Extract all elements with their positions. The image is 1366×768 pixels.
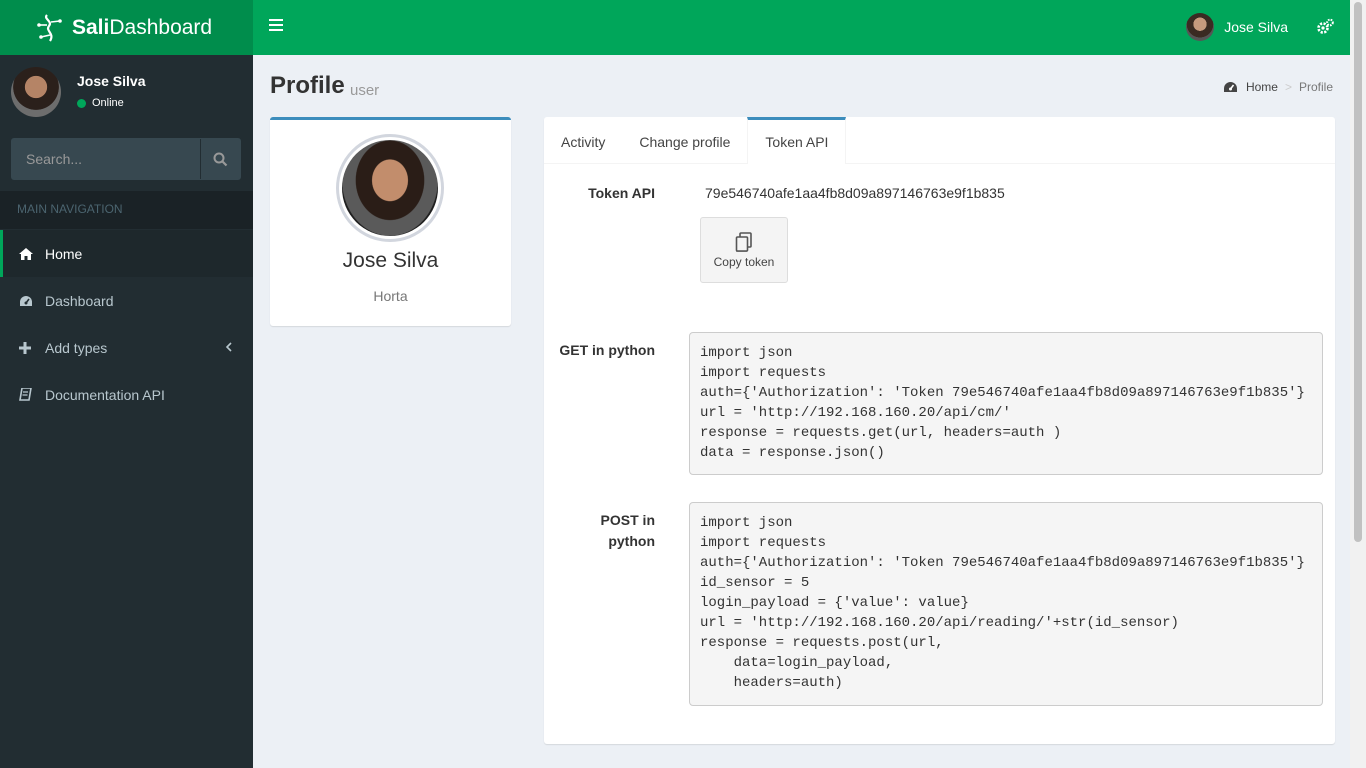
avatar — [1186, 13, 1215, 41]
sidebar-menu: Home Dashboard Add types Documentation A… — [0, 230, 253, 418]
tab-bar: Activity Change profile Token API — [544, 117, 1335, 164]
breadcrumb-separator: > — [1284, 80, 1292, 94]
plus-icon — [19, 341, 35, 354]
tab-activity[interactable]: Activity — [544, 117, 622, 164]
page-subtitle: user — [350, 82, 380, 99]
post-label-line1: POST in — [600, 512, 655, 528]
dashboard-icon — [1223, 82, 1237, 92]
sidebar-user-panel: Jose Silva Online — [11, 67, 241, 119]
user-menu[interactable]: Jose Silva — [1186, 13, 1288, 41]
brand-text: SaliDashboard — [72, 15, 213, 39]
dashboard-icon — [19, 295, 35, 307]
chevron-left-icon — [225, 340, 233, 356]
tab-token-api[interactable]: Token API — [747, 117, 847, 164]
sidebar-item-add-types[interactable]: Add types — [0, 324, 253, 371]
page-scrollbar[interactable] — [1350, 0, 1366, 768]
user-menu-name: Jose Silva — [1224, 19, 1288, 35]
sidebar-item-dashboard[interactable]: Dashboard — [0, 277, 253, 324]
sidebar-item-label: Dashboard — [45, 292, 114, 309]
status-badge: Online — [77, 97, 124, 109]
profile-name: Jose Silva — [342, 249, 439, 272]
post-example-label: POST in python — [555, 510, 655, 552]
breadcrumb-home-label: Home — [1245, 80, 1278, 94]
sidebar-user-name: Jose Silva — [77, 73, 146, 89]
status-label: Online — [92, 97, 124, 109]
sidebar-item-home[interactable]: Home — [0, 230, 253, 277]
breadcrumb: Home > Profile — [1223, 80, 1333, 94]
book-icon — [19, 388, 35, 401]
post-label-line2: python — [608, 533, 655, 549]
avatar — [11, 67, 61, 117]
search-icon[interactable] — [200, 139, 240, 179]
sidebar-item-documentation-api[interactable]: Documentation API — [0, 371, 253, 418]
profile-avatar — [336, 134, 444, 242]
profile-tabs-panel: Activity Change profile Token API Token … — [544, 117, 1335, 744]
sidebar: Jose Silva Online MAIN NAVIGATION Home D… — [0, 55, 253, 768]
profile-photo — [342, 140, 438, 236]
sidebar-item-label: Documentation API — [45, 386, 165, 403]
get-example-label: GET in python — [559, 342, 655, 358]
token-label: Token API — [588, 185, 655, 201]
search-input[interactable] — [12, 139, 202, 179]
logo-icon — [32, 10, 68, 46]
token-value: 79e546740afe1aa4fb8d09a897146763e9f1b835 — [705, 185, 1005, 201]
sidebar-item-label: Home — [45, 245, 83, 262]
sidebar-search — [11, 138, 241, 180]
get-code-block: import json import requests auth={'Autho… — [689, 332, 1323, 475]
gears-icon[interactable] — [1316, 18, 1334, 36]
top-navbar: Jose Silva — [253, 0, 1350, 55]
profile-role: Horta — [373, 288, 408, 304]
breadcrumb-current: Profile — [1298, 80, 1333, 94]
copy-token-label: Copy token — [713, 255, 775, 269]
sidebar-item-label: Add types — [45, 339, 108, 356]
page-title: Profile — [270, 72, 345, 99]
profile-card: Jose Silva Horta — [270, 117, 511, 326]
nav-header: MAIN NAVIGATION — [0, 191, 253, 229]
online-dot-icon — [77, 98, 86, 108]
home-icon — [19, 247, 35, 260]
scrollbar-thumb[interactable] — [1354, 2, 1362, 542]
copy-token-button[interactable]: Copy token — [700, 217, 788, 283]
sidebar-toggle-icon[interactable] — [269, 19, 283, 33]
brand-logo[interactable]: SaliDashboard — [0, 0, 253, 55]
post-code-block: import json import requests auth={'Autho… — [689, 502, 1323, 706]
copy-icon — [735, 232, 752, 252]
breadcrumb-home[interactable]: Home — [1223, 80, 1278, 94]
tab-change-profile[interactable]: Change profile — [622, 117, 747, 164]
